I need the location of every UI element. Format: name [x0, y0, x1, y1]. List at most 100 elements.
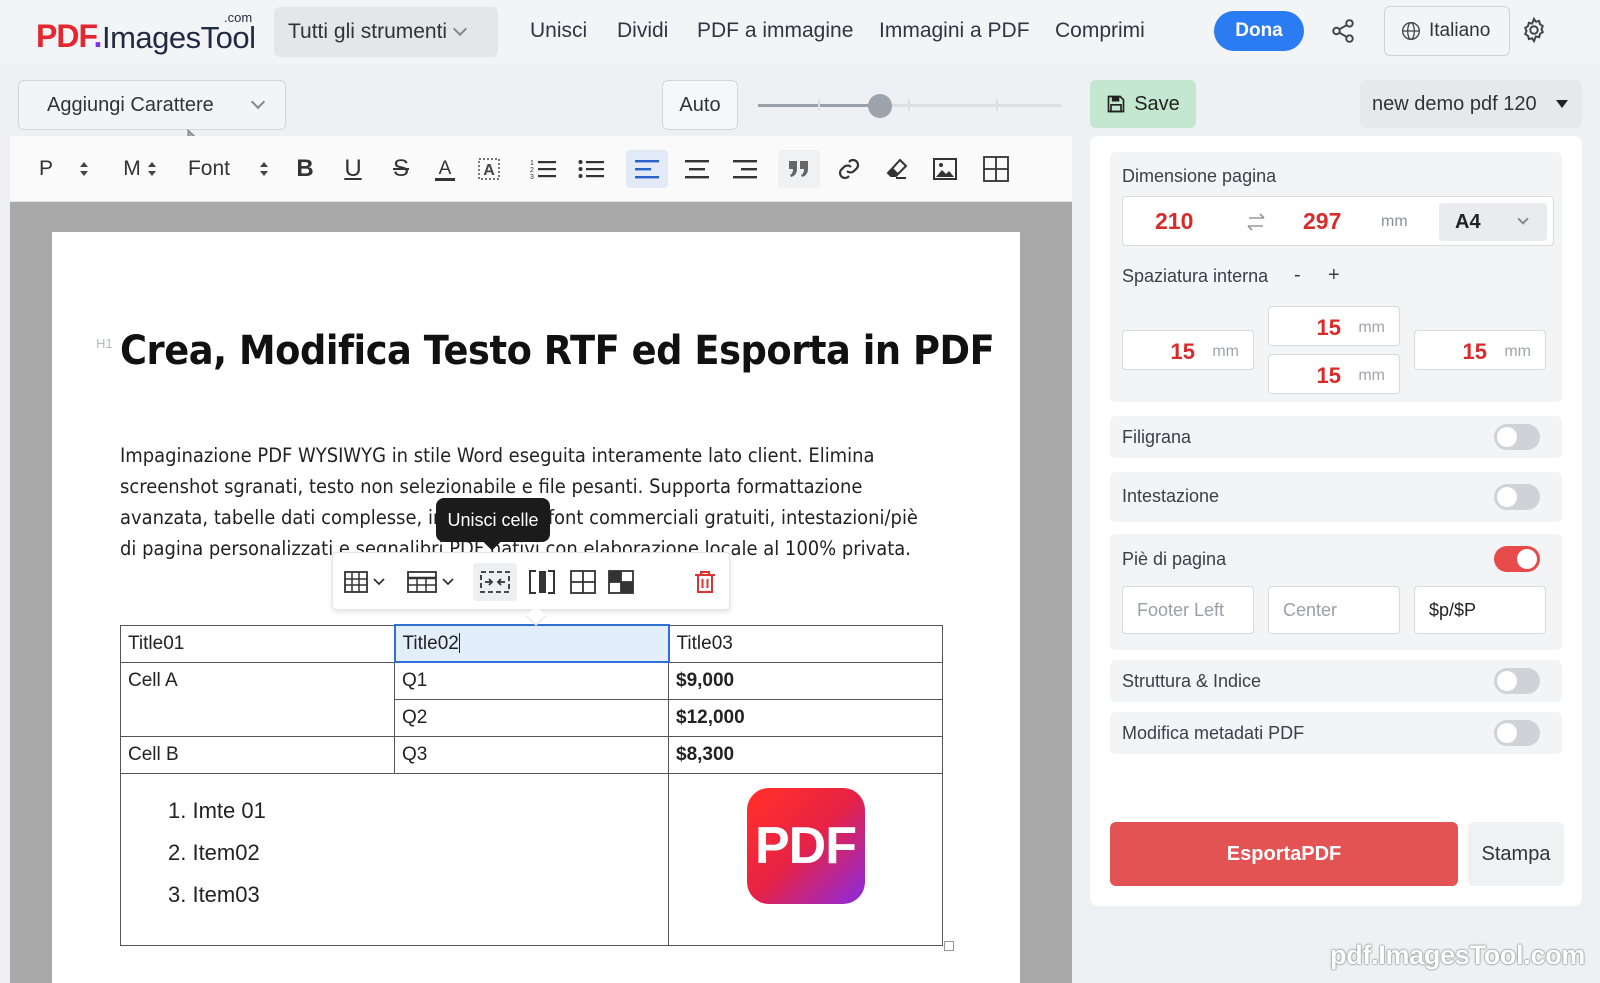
table-column-menu-button[interactable]: [405, 563, 461, 601]
padding-left-input[interactable]: 15 mm: [1122, 330, 1254, 370]
watermark-toggle[interactable]: [1494, 424, 1540, 450]
split-cells-button[interactable]: [525, 563, 559, 601]
padding-bottom-input[interactable]: 15 mm: [1268, 354, 1400, 394]
donate-button[interactable]: Dona: [1214, 11, 1304, 51]
list-item[interactable]: 2. Item02: [168, 832, 661, 874]
all-tools-dropdown[interactable]: Tutti gli strumenti: [274, 7, 498, 57]
align-right-button[interactable]: [730, 150, 760, 188]
chevron-down-icon: [453, 21, 468, 37]
ordered-list-button[interactable]: 1 2 3: [528, 150, 558, 188]
font-size-select[interactable]: M: [116, 150, 164, 188]
zoom-tick: [908, 99, 910, 111]
logo-tld: .com: [224, 10, 253, 25]
table-cell[interactable]: Q1: [394, 661, 669, 700]
table-cell[interactable]: $9,000: [668, 661, 943, 700]
nav-link-pdf-to-image[interactable]: PDF a immagine: [697, 19, 853, 43]
clear-format-button[interactable]: [882, 150, 912, 188]
document-table[interactable]: Title01 Title02 Title03 Cell A Q1 $9,000…: [120, 624, 943, 946]
paper-size-select[interactable]: A4: [1439, 203, 1547, 241]
bullet-list-button[interactable]: [576, 150, 606, 188]
nav-link-compress[interactable]: Comprimi: [1055, 19, 1145, 43]
table-cell[interactable]: Cell B: [120, 735, 395, 774]
metadata-label: Modifica metadati PDF: [1122, 723, 1305, 743]
zoom-slider-track[interactable]: [758, 104, 1062, 107]
gear-icon[interactable]: [1520, 16, 1548, 44]
table-header-cell-selected[interactable]: Title02: [393, 624, 670, 663]
paragraph-style-select[interactable]: P: [34, 150, 58, 188]
text-color-button[interactable]: A: [432, 150, 458, 188]
padding-unit: mm: [1358, 319, 1385, 336]
updown-icon[interactable]: [256, 150, 272, 188]
swap-icon[interactable]: [1245, 211, 1267, 233]
page-size-unit: mm: [1381, 213, 1408, 230]
table-header-cell[interactable]: Title01: [120, 624, 395, 663]
format-toolbar: P M Font B U S A A 1 2 3: [10, 136, 1072, 202]
share-icon[interactable]: [1330, 18, 1356, 44]
padding-decrease-button[interactable]: -: [1294, 264, 1301, 287]
nav-link-split[interactable]: Dividi: [617, 19, 668, 43]
header-toggle[interactable]: [1494, 484, 1540, 510]
save-button[interactable]: Save: [1090, 80, 1196, 128]
chevron-down-icon: [250, 94, 266, 110]
document-title[interactable]: Crea, Modifica Testo RTF ed Esporta in P…: [120, 328, 995, 374]
table-resize-handle[interactable]: [944, 941, 954, 951]
table-cell[interactable]: Q2: [394, 698, 669, 737]
padding-top-input[interactable]: 15 mm: [1268, 306, 1400, 346]
document-name-dropdown[interactable]: new demo pdf 120: [1360, 80, 1582, 128]
font-family-label: Font: [187, 157, 231, 180]
font-family-select[interactable]: Font: [186, 150, 232, 188]
auto-zoom-button[interactable]: Auto: [662, 80, 738, 130]
ordered-list-icon: 1 2 3: [530, 160, 556, 181]
quote-icon: [789, 161, 808, 177]
strikethrough-button[interactable]: S: [388, 150, 414, 188]
link-button[interactable]: [834, 150, 864, 188]
page-height-input[interactable]: 297: [1303, 208, 1341, 235]
table-grid-button[interactable]: [567, 563, 599, 601]
brand-logo[interactable]: PDF. ImagesTool .com: [36, 8, 256, 56]
merge-cells-button[interactable]: [473, 563, 517, 601]
footer-left-input[interactable]: Footer Left: [1122, 586, 1254, 634]
table-cell-list[interactable]: 1. Imte 01 2. Item02 3. Item03: [120, 772, 669, 946]
pdf-logo-image[interactable]: PDF: [746, 787, 865, 904]
metadata-toggle[interactable]: [1494, 720, 1540, 746]
zoom-slider-handle[interactable]: [868, 94, 892, 118]
svg-text:2: 2: [530, 167, 534, 174]
toggle-header-cell-button[interactable]: [605, 563, 637, 601]
align-center-icon: [685, 160, 709, 179]
document-page[interactable]: H1 Crea, Modifica Testo RTF ed Esporta i…: [52, 232, 1020, 983]
logo-pdf: PDF: [36, 18, 94, 54]
footer-toggle[interactable]: [1494, 546, 1540, 572]
list-item[interactable]: 3. Item03: [168, 874, 661, 916]
highlight-button[interactable]: A: [476, 150, 502, 188]
add-character-dropdown[interactable]: Aggiungi Carattere: [18, 80, 286, 130]
table-cell[interactable]: $8,300: [668, 735, 943, 774]
align-left-button[interactable]: [626, 150, 668, 188]
insert-image-button[interactable]: [930, 150, 960, 188]
table-row-menu-button[interactable]: [341, 563, 393, 601]
footer-center-input[interactable]: Center: [1268, 586, 1400, 634]
underline-button[interactable]: U: [340, 150, 366, 188]
selected-cell-text: Title02: [402, 632, 459, 654]
delete-table-button[interactable]: [689, 563, 721, 601]
nav-link-merge[interactable]: Unisci: [530, 19, 587, 43]
table-cell[interactable]: $12,000: [668, 698, 943, 737]
footer-right-input[interactable]: $p/$P: [1414, 586, 1546, 634]
nav-link-images-to-pdf[interactable]: Immagini a PDF: [879, 19, 1030, 43]
page-width-input[interactable]: 210: [1155, 208, 1193, 235]
export-pdf-button[interactable]: EsportaPDF: [1110, 822, 1458, 886]
insert-table-button[interactable]: [980, 150, 1012, 188]
table-cell-image[interactable]: PDF: [668, 772, 943, 946]
align-center-button[interactable]: [682, 150, 712, 188]
list-item[interactable]: 1. Imte 01: [168, 790, 661, 832]
table-header-cell[interactable]: Title03: [668, 624, 943, 663]
outline-toggle[interactable]: [1494, 668, 1540, 694]
print-button[interactable]: Stampa: [1468, 822, 1564, 886]
table-cell[interactable]: Q3: [394, 735, 669, 774]
table-cell[interactable]: Cell A: [120, 661, 395, 737]
language-selector[interactable]: Italiano: [1384, 6, 1510, 56]
bold-button[interactable]: B: [292, 150, 318, 188]
updown-icon[interactable]: [76, 150, 92, 188]
blockquote-button[interactable]: [778, 150, 820, 188]
padding-increase-button[interactable]: +: [1328, 264, 1340, 287]
padding-right-input[interactable]: 15 mm: [1414, 330, 1546, 370]
